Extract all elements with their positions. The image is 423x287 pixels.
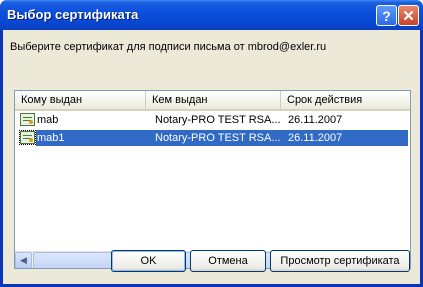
help-button[interactable]: ? (376, 5, 397, 26)
column-header-issued-to[interactable]: Кому выдан (15, 91, 146, 109)
prompt-text: Выберите сертификат для подписи письма о… (10, 41, 327, 53)
help-icon: ? (382, 7, 391, 24)
list-item[interactable]: mab Notary-PRO TEST RSA... 26.11.2007 (15, 111, 410, 129)
list-item-selected[interactable]: mab1 Notary-PRO TEST RSA... 26.11.2007 (15, 129, 410, 147)
expires-cell: 26.11.2007 (288, 114, 343, 126)
list-header: Кому выдан Кем выдан Срок действия (15, 91, 410, 111)
cancel-button[interactable]: Отмена (190, 250, 266, 272)
dialog-body: Выберите сертификат для подписи письма о… (3, 30, 420, 284)
certificate-icon (20, 113, 35, 126)
dialog-window: Выбор сертификата ? ✕ Выберите сертифика… (0, 0, 423, 287)
close-button[interactable]: ✕ (398, 5, 419, 26)
column-header-expires[interactable]: Срок действия (281, 91, 410, 109)
issued-to-cell: mab1 (37, 132, 65, 144)
arrow-left-icon: ◀ (20, 255, 27, 265)
issued-by-cell: Notary-PRO TEST RSA... (155, 132, 280, 144)
issued-by-cell: Notary-PRO TEST RSA... (155, 114, 280, 126)
ok-button[interactable]: OK (111, 250, 186, 272)
view-certificate-button[interactable]: Просмотр сертификата (270, 250, 410, 272)
close-icon: ✕ (402, 7, 415, 25)
scroll-left-button[interactable]: ◀ (15, 252, 32, 268)
certificate-icon (19, 130, 36, 145)
title-bar[interactable]: Выбор сертификата ? ✕ (0, 0, 423, 30)
issued-to-cell: mab (37, 114, 59, 126)
window-title: Выбор сертификата (7, 7, 139, 22)
column-header-issued-by[interactable]: Кем выдан (146, 91, 281, 109)
certificate-list[interactable]: Кому выдан Кем выдан Срок действия mab N… (14, 90, 411, 269)
expires-cell: 26.11.2007 (288, 132, 343, 144)
